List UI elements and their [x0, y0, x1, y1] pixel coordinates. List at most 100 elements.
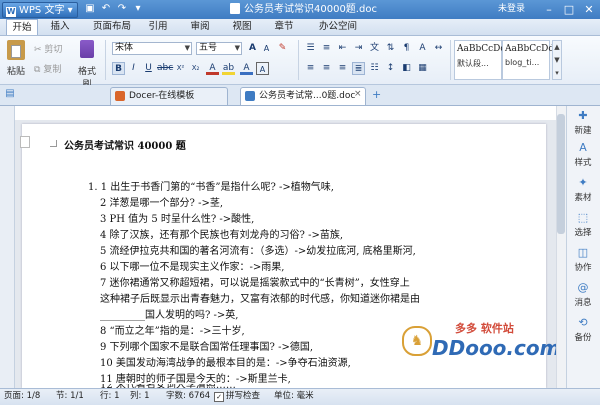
new-tab-icon[interactable]: +	[372, 88, 381, 101]
panel-backup[interactable]: ⟲ 备份	[566, 317, 600, 344]
panel-label: 新建	[574, 126, 592, 136]
font-size-value: 五号	[199, 43, 218, 53]
font-color-icon[interactable]: A	[206, 62, 219, 75]
format-painter-button[interactable]: 格式刷	[74, 40, 100, 90]
align-justify-icon[interactable]: ≣	[352, 62, 365, 75]
message-icon: @	[577, 281, 589, 294]
char-border-icon[interactable]: A	[256, 62, 269, 75]
paste-label: 粘贴	[6, 67, 25, 77]
collaborate-icon: ◫	[577, 246, 589, 259]
style-name: blog_ti...	[505, 58, 540, 67]
close-tab-icon[interactable]: ×	[354, 89, 362, 99]
margin-corner-mark	[50, 140, 57, 147]
menu-review[interactable]: 审阅	[184, 19, 216, 35]
doc-line: 3 PH 值为 5 时呈什么性? ->酸性,	[100, 214, 255, 225]
distribute-icon[interactable]: ☷	[368, 62, 381, 75]
login-status[interactable]: 未登录	[498, 0, 525, 19]
close-button[interactable]: ✕	[580, 0, 598, 19]
char-scale-icon[interactable]: ↔	[432, 42, 445, 55]
sort-icon[interactable]: ⇅	[384, 42, 397, 55]
menu-view[interactable]: 视图	[226, 19, 258, 35]
show-marks-icon[interactable]: ¶	[400, 42, 413, 55]
chinese-layout-icon[interactable]: 文	[368, 42, 381, 55]
scrollbar-thumb[interactable]	[557, 114, 565, 234]
menu-office-space[interactable]: 办公空间	[310, 19, 366, 35]
status-word-count[interactable]: 字数: 6764	[166, 388, 210, 404]
increase-indent-icon[interactable]: ⇥	[352, 42, 365, 55]
subscript-icon[interactable]: X₂	[189, 62, 202, 75]
panel-select[interactable]: ⬚ 选择	[566, 212, 600, 239]
cut-label: 剪切	[44, 45, 63, 55]
bullet-list-icon[interactable]: ☰	[304, 42, 317, 55]
tab-docer-templates[interactable]: Docer-在线模板	[110, 87, 228, 105]
wps-app-menu-button[interactable]: W WPS 文字 ▾	[2, 2, 78, 18]
italic-icon[interactable]: I	[127, 62, 140, 75]
bold-icon[interactable]: B	[112, 62, 125, 75]
save-icon[interactable]: ▣	[84, 3, 96, 15]
font-size-select[interactable]: 五号 ▼	[196, 42, 242, 55]
material-icon: ✦	[578, 176, 588, 189]
doc-line: 2 洋葱是哪一个部分? ->茎,	[100, 198, 224, 209]
borders-icon[interactable]: ▦	[416, 62, 429, 75]
doc-line: 10 美国发动海湾战争的最根本目的是：->争夺石油资源,	[100, 358, 351, 369]
ribbon-separator	[105, 40, 106, 80]
document-icon	[245, 91, 255, 101]
cut-button[interactable]: ✂ 剪切	[34, 42, 63, 55]
numbered-list-icon[interactable]: ≡	[320, 42, 333, 55]
panel-label: 消息	[574, 298, 592, 308]
panel-new[interactable]: ✚ 新建	[566, 110, 600, 137]
window-title-text: 公务员考试常识40000题.doc	[244, 4, 377, 15]
align-left-icon[interactable]: ≡	[304, 62, 317, 75]
status-row: 行: 1	[100, 391, 120, 401]
clear-format-icon[interactable]: ✎	[276, 42, 289, 55]
strikethrough-icon[interactable]: abc	[157, 62, 173, 75]
style-icon: A	[579, 141, 587, 154]
panel-collaborate[interactable]: ◫ 协作	[566, 246, 600, 274]
panel-messages[interactable]: @ 消息	[566, 281, 600, 309]
font-name-value: 宋体	[115, 43, 134, 53]
highlight-icon[interactable]: ab	[222, 62, 235, 75]
paste-icon	[7, 40, 25, 60]
quick-access-more-icon[interactable]: ▾	[132, 3, 144, 15]
menu-section[interactable]: 章节	[268, 19, 300, 35]
status-section: 节: 1/1	[56, 391, 84, 401]
copy-label: 复制	[43, 65, 62, 75]
spell-check-toggle[interactable]: ✓ 拼写检查	[214, 388, 260, 404]
menu-page-layout[interactable]: 页面布局	[88, 19, 136, 35]
char-shading-icon[interactable]: A	[240, 62, 253, 75]
window-title: 公务员考试常识40000题.doc	[230, 0, 377, 19]
tab-current-document[interactable]: 公务员考试常...0题.doc	[240, 87, 366, 105]
style-blog-title[interactable]: AaBbCcDd blog_ti...	[502, 40, 554, 80]
superscript-icon[interactable]: X²	[174, 62, 187, 75]
align-center-icon[interactable]: ≡	[320, 62, 333, 75]
redo-icon[interactable]: ↷	[116, 3, 128, 15]
shading-icon[interactable]: ◧	[400, 62, 413, 75]
underline-icon[interactable]: U	[142, 62, 155, 75]
tab-list-icon[interactable]: ▤	[3, 88, 17, 102]
decrease-indent-icon[interactable]: ⇤	[336, 42, 349, 55]
minimize-button[interactable]: –	[540, 0, 558, 19]
style-scroll[interactable]: ▲ ▼ ▾	[552, 40, 562, 80]
menu-home[interactable]: 开始	[6, 19, 38, 35]
menu-insert[interactable]: 插入	[44, 19, 76, 35]
style-default[interactable]: AaBbCcDd 默认段...	[454, 40, 506, 80]
doc-line: 8 “而立之年”指的是：->三十岁,	[100, 326, 245, 337]
font-name-select[interactable]: 宋体 ▼	[112, 42, 192, 55]
menu-references[interactable]: 引用	[142, 19, 174, 35]
dropdown-arrow-icon: ▼	[184, 44, 190, 52]
panel-material[interactable]: ✦ 素材	[566, 176, 600, 204]
panel-styles[interactable]: A 样式	[566, 141, 600, 169]
maximize-button[interactable]: □	[560, 0, 578, 19]
status-unit[interactable]: 单位: 毫米	[274, 388, 314, 404]
vertical-ruler	[0, 106, 15, 388]
undo-icon[interactable]: ↶	[100, 3, 112, 15]
asian-layout-icon[interactable]: A	[416, 42, 429, 55]
grow-font-icon[interactable]: A	[246, 42, 259, 55]
align-right-icon[interactable]: ≡	[336, 62, 349, 75]
copy-button[interactable]: ⧉ 复制	[34, 62, 62, 75]
paste-button[interactable]: 粘贴	[4, 40, 28, 80]
line-spacing-icon[interactable]: ↕	[384, 62, 397, 75]
shrink-font-icon[interactable]: A	[260, 42, 273, 55]
checkbox-icon: ✓	[214, 392, 224, 402]
doc-line: 7 迷你裙通常又称超短裙，可以说是摇裳款式中的“长青树”，女性穿上	[100, 278, 410, 289]
